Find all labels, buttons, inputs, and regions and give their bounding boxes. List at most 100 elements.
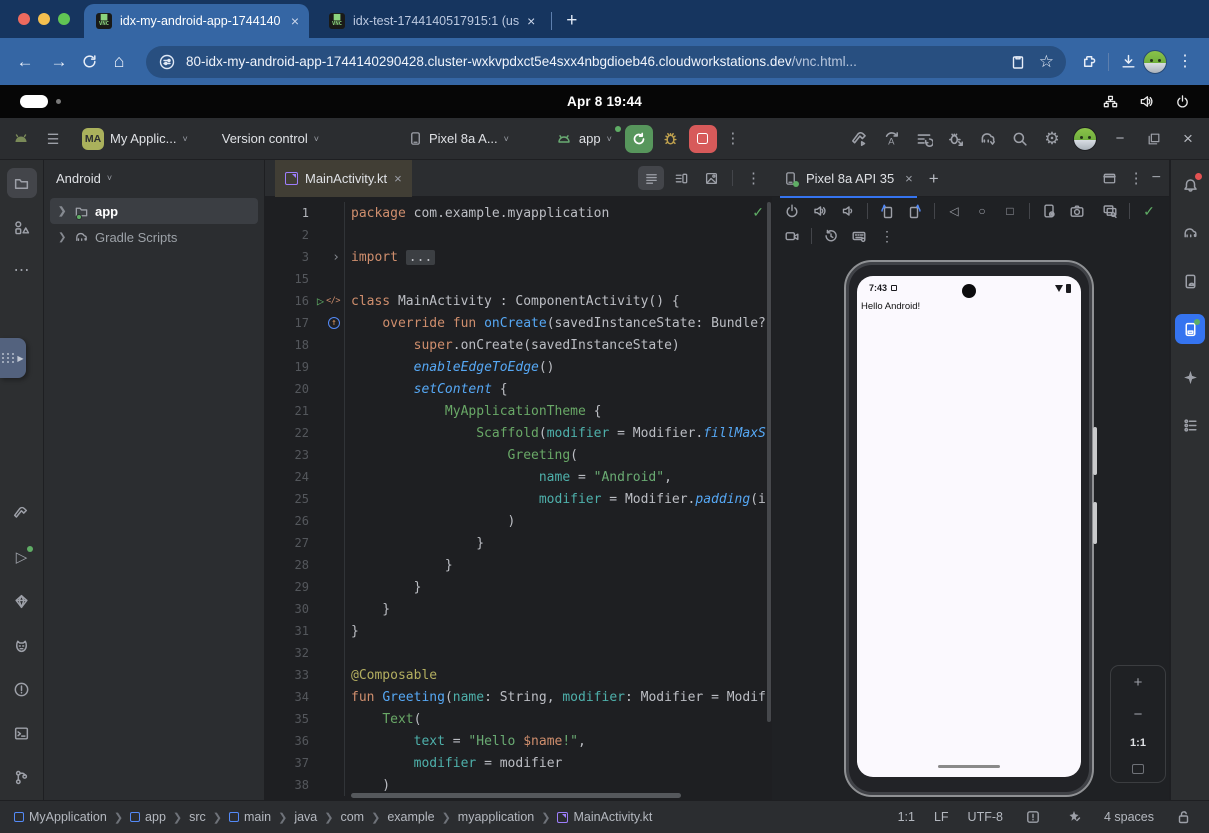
- maximize-window-light[interactable]: [58, 13, 70, 25]
- code-line[interactable]: 37 modifier = modifier: [265, 752, 772, 774]
- network-icon[interactable]: [1099, 91, 1121, 113]
- browser-menu-icon[interactable]: ⋮: [1171, 54, 1199, 70]
- hide-panel-icon[interactable]: −: [1152, 170, 1161, 186]
- project-tree-item-app[interactable]: ❯app: [50, 198, 258, 224]
- ide-close-icon[interactable]: ×: [1175, 129, 1201, 149]
- zoom-to-fit-icon[interactable]: [1132, 764, 1144, 774]
- breadcrumb-item[interactable]: myapplication: [458, 810, 534, 824]
- notifications-button[interactable]: [1175, 170, 1205, 200]
- code-line[interactable]: 3›import ...: [265, 246, 772, 268]
- project-widget[interactable]: MA My Applic... ˅: [74, 124, 196, 154]
- structure-tool-button[interactable]: [1175, 410, 1205, 440]
- zoom-out-icon[interactable]: −: [1134, 706, 1143, 723]
- tab-close-icon[interactable]: ×: [291, 13, 299, 29]
- new-tab-button[interactable]: +: [558, 10, 585, 32]
- logcat-tool-button[interactable]: [7, 630, 37, 660]
- resource-manager-button[interactable]: [7, 212, 37, 242]
- gradle-tool-button[interactable]: [1175, 218, 1205, 248]
- override-gutter-icon[interactable]: ↑: [328, 317, 340, 329]
- breadcrumb-item[interactable]: app: [130, 810, 166, 824]
- emulator-screen[interactable]: 7:43 Hello Android!: [857, 276, 1081, 777]
- code-line[interactable]: 24 name = "Android",: [265, 466, 772, 488]
- code-line[interactable]: 1package com.example.myapplication: [265, 202, 772, 224]
- tab-close-icon[interactable]: ×: [527, 13, 535, 29]
- version-control-tool-button[interactable]: [7, 762, 37, 792]
- screen-record-icon[interactable]: [780, 225, 804, 247]
- project-view-selector[interactable]: Android: [56, 171, 101, 186]
- forward-icon[interactable]: →: [44, 52, 74, 72]
- code-line[interactable]: 22 Scaffold(modifier = Modifier.fillMaxS: [265, 422, 772, 444]
- rotate-right-icon[interactable]: [903, 200, 927, 222]
- unlock-icon[interactable]: [1173, 806, 1195, 828]
- code-line[interactable]: 18 super.onCreate(savedInstanceState): [265, 334, 772, 356]
- code-line[interactable]: 27 }: [265, 532, 772, 554]
- emulator-device-tab[interactable]: Pixel 8a API 35 ×: [780, 160, 917, 197]
- editor-options-icon[interactable]: ⋮: [741, 171, 766, 186]
- breadcrumb-item[interactable]: example: [387, 810, 434, 824]
- split-view-button[interactable]: [668, 166, 694, 190]
- terminal-tool-button[interactable]: [7, 718, 37, 748]
- build-tool-button[interactable]: [7, 498, 37, 528]
- emulator-more-icon[interactable]: ⋮: [875, 225, 899, 247]
- downloads-icon[interactable]: [1117, 51, 1139, 73]
- hardware-input-icon[interactable]: [847, 225, 871, 247]
- fold-arrow-icon[interactable]: ›: [332, 250, 340, 265]
- more-tools-button[interactable]: ⋯: [7, 256, 37, 286]
- back-icon[interactable]: ←: [10, 52, 40, 72]
- indent-setting[interactable]: 4 spaces: [1104, 810, 1154, 824]
- code-line[interactable]: 34fun Greeting(name: String, modifier: M…: [265, 686, 772, 708]
- code-line[interactable]: 16▷</>class MainActivity : ComponentActi…: [265, 290, 772, 312]
- app-quality-insights-button[interactable]: [7, 586, 37, 616]
- dock-window-icon[interactable]: [1099, 167, 1121, 189]
- minimize-window-light[interactable]: [38, 13, 50, 25]
- project-tool-button[interactable]: [7, 168, 37, 198]
- browser-tab-active[interactable]: ██VNC idx-my-android-app-1744140 ×: [84, 4, 309, 38]
- expand-chevron-icon[interactable]: ❯: [58, 206, 68, 217]
- ai-pin-icon[interactable]: [1063, 806, 1085, 828]
- android-home-icon[interactable]: ○: [970, 200, 994, 222]
- gemini-ai-button[interactable]: [1175, 362, 1205, 392]
- volume-up-icon[interactable]: [808, 200, 832, 222]
- vcs-widget[interactable]: Version control ˅: [214, 127, 327, 150]
- tab-close-icon[interactable]: ×: [905, 171, 913, 186]
- close-window-light[interactable]: [18, 13, 30, 25]
- device-selector[interactable]: Pixel 8a A... ˅: [399, 124, 517, 154]
- line-separator[interactable]: LF: [934, 810, 949, 824]
- code-line[interactable]: 30 }: [265, 598, 772, 620]
- snapshots-icon[interactable]: [819, 225, 843, 247]
- emulator-power-icon[interactable]: [780, 200, 804, 222]
- volume-down-icon[interactable]: [836, 200, 860, 222]
- main-menu-icon[interactable]: ☰: [42, 128, 64, 150]
- device-settings-icon[interactable]: [1037, 200, 1061, 222]
- breadcrumb-item[interactable]: src: [189, 810, 206, 824]
- device-manager-button[interactable]: [1175, 266, 1205, 296]
- code-line[interactable]: 33@Composable: [265, 664, 772, 686]
- panel-options-icon[interactable]: ⋮: [1129, 171, 1144, 186]
- design-view-button[interactable]: [698, 166, 724, 190]
- debug-button[interactable]: [660, 128, 682, 150]
- display-search-icon[interactable]: [1098, 200, 1122, 222]
- breadcrumb-item[interactable]: java: [294, 810, 317, 824]
- gesture-navigation-bar[interactable]: [938, 765, 1000, 768]
- run-gutter-icon[interactable]: ▷: [317, 294, 324, 308]
- code-line[interactable]: 32: [265, 642, 772, 664]
- rotate-left-icon[interactable]: [875, 200, 899, 222]
- build-run-icon[interactable]: [849, 128, 871, 150]
- editor-horizontal-scrollbar[interactable]: [351, 793, 681, 798]
- breadcrumb-item[interactable]: MainActivity.kt: [557, 810, 652, 824]
- problems-tool-button[interactable]: [7, 674, 37, 704]
- clipboard-icon[interactable]: [1007, 51, 1029, 73]
- rerun-button[interactable]: [625, 125, 653, 153]
- gradle-sync-icon[interactable]: [977, 128, 999, 150]
- code-line[interactable]: 15: [265, 268, 772, 290]
- volume-icon[interactable]: [1135, 91, 1157, 113]
- running-devices-button[interactable]: [1175, 314, 1205, 344]
- breadcrumb-item[interactable]: main: [229, 810, 271, 824]
- inspections-ok-icon[interactable]: ✓: [752, 204, 764, 221]
- code-line[interactable]: 31}: [265, 620, 772, 642]
- site-settings-icon[interactable]: [158, 51, 176, 73]
- vnc-control-handle[interactable]: ▶: [0, 338, 26, 378]
- reload-icon[interactable]: [78, 51, 100, 73]
- code-line[interactable]: 2: [265, 224, 772, 246]
- recent-run-tasks-icon[interactable]: [913, 128, 935, 150]
